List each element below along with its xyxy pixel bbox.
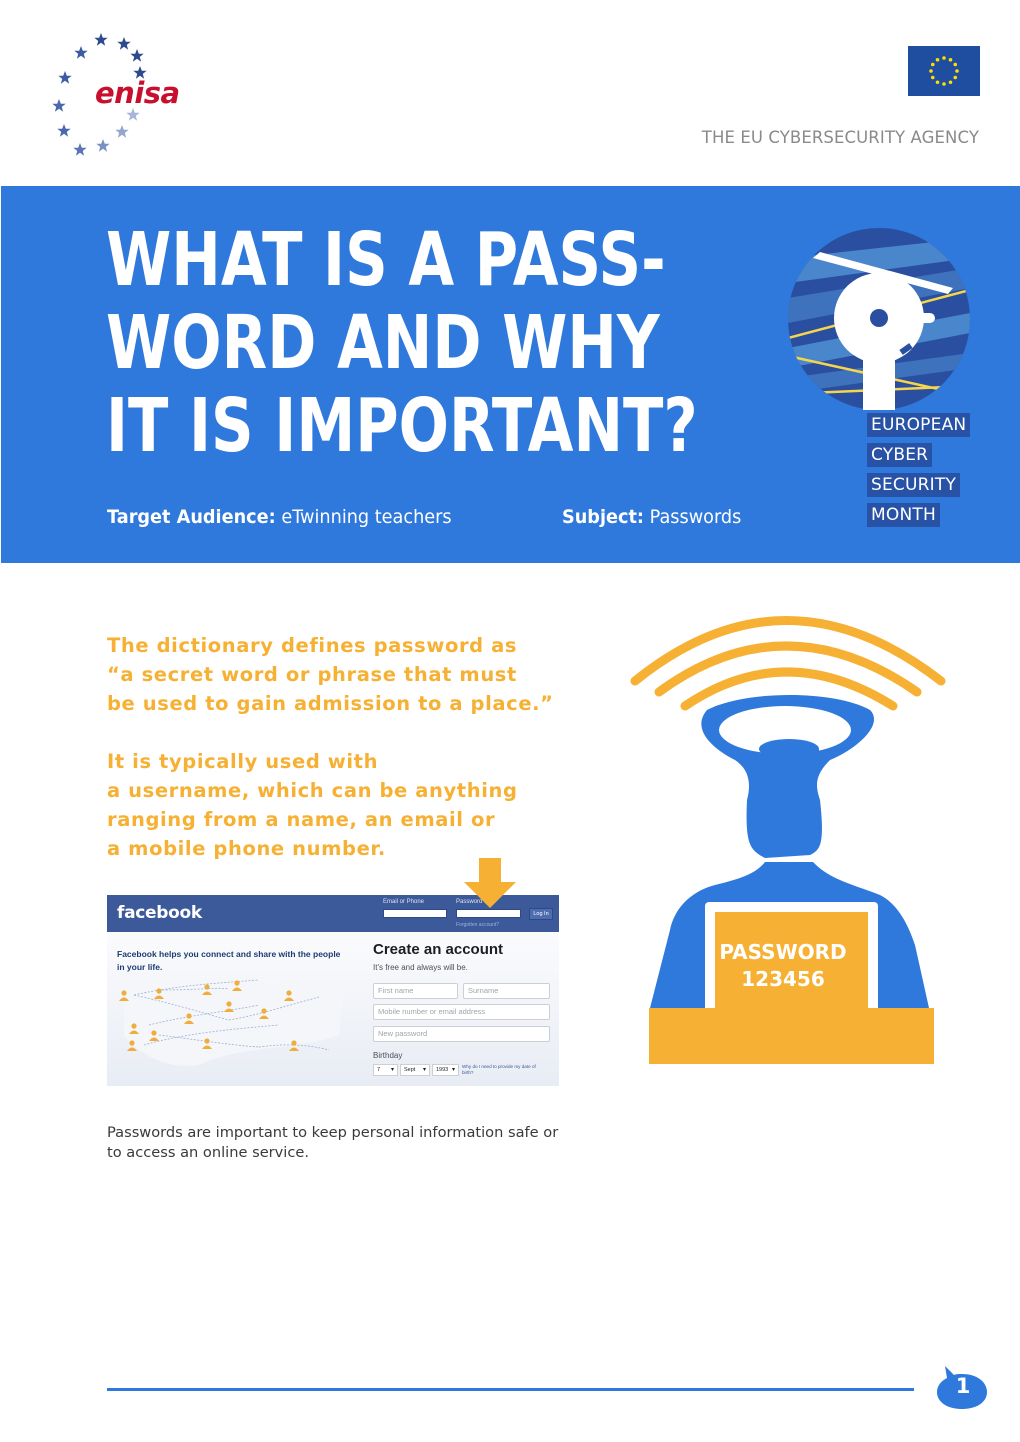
- audience-label: Target Audience:: [107, 506, 276, 528]
- footer-divider: [107, 1388, 914, 1391]
- person-marker: [131, 1023, 137, 1029]
- birthday-day-select: 7: [373, 1064, 398, 1076]
- subject-label: Subject:: [562, 506, 644, 528]
- flag-star: [929, 69, 933, 73]
- why-birthday-link: Why do I need to provide my date of birt…: [462, 1064, 536, 1075]
- campaign-tag: CYBER: [867, 443, 933, 467]
- email-label: Email or Phone: [383, 899, 425, 905]
- campaign-tag: MONTH: [867, 503, 940, 527]
- person-marker: [204, 984, 210, 990]
- agency-tagline: THE EU CYBERSECURITY AGENCY: [701, 128, 979, 147]
- lead-line: a username, which can be anything: [107, 779, 518, 802]
- username-text: It is typically used with a username, wh…: [107, 747, 518, 863]
- flag-star: [942, 82, 946, 86]
- campaign-tags: EUROPEAN CYBER SECURITY MONTH: [867, 413, 971, 533]
- surname-field: Surname: [463, 983, 550, 999]
- title-line: IT IS IMPORTANT?: [106, 383, 698, 469]
- first-name-field: First name: [373, 983, 458, 999]
- campaign-tag: EUROPEAN: [867, 413, 971, 437]
- lead-line: ranging from a name, an email or: [107, 808, 496, 831]
- password-board: PASSWORD 123456: [708, 939, 858, 993]
- definition-text: The dictionary defines password as “a se…: [107, 631, 554, 718]
- password-input: [456, 909, 521, 918]
- enisa-logo: enisa: [45, 28, 205, 163]
- page-title: WHAT IS A PASS- WORD AND WHY IT IS IMPOR…: [106, 217, 698, 469]
- person-marker: [291, 1040, 297, 1046]
- login-button: Log In: [529, 908, 553, 920]
- audience-value: eTwinning teachers: [281, 506, 452, 528]
- world-network-map: [119, 976, 344, 1066]
- create-account-title: Create an account: [373, 941, 504, 958]
- flag-star: [942, 56, 946, 60]
- birthday-year-select: 1993: [432, 1064, 459, 1076]
- facebook-tagline: Facebook helps you connect and share wit…: [117, 949, 341, 972]
- person-marker: [127, 1047, 137, 1051]
- person-marker: [289, 1047, 299, 1051]
- mobile-email-field: Mobile number or email address: [373, 1004, 550, 1020]
- title-line: WORD AND WHY: [106, 300, 660, 386]
- facebook-logo: facebook: [117, 903, 202, 923]
- person-marker: [151, 1030, 157, 1036]
- flag-star: [953, 75, 958, 80]
- flag-star: [953, 62, 958, 67]
- importance-text: Passwords are important to keep personal…: [107, 1124, 559, 1161]
- target-audience: Target Audience: eTwinning teachers: [107, 506, 452, 528]
- facebook-screenshot: facebook Email or Phone Password Log In …: [107, 895, 559, 1086]
- forgot-account-link: Forgotten account?: [456, 922, 500, 928]
- flag-star: [935, 80, 940, 85]
- campaign-tag: SECURITY: [867, 473, 961, 497]
- lead-line: It is typically used with: [107, 750, 379, 773]
- person-marker: [286, 990, 292, 996]
- flag-star: [935, 57, 940, 62]
- flag-star: [930, 62, 935, 67]
- flag-star: [955, 69, 959, 73]
- subject-value: Passwords: [649, 506, 742, 528]
- arrow-down-icon: [464, 858, 516, 908]
- flag-star: [948, 80, 953, 85]
- flag-star: [948, 57, 953, 62]
- person-marker: [186, 1013, 192, 1019]
- create-account-subtitle: It's free and always will be.: [373, 963, 468, 972]
- person-marker: [226, 1001, 232, 1007]
- title-line: WHAT IS A PASS-: [106, 217, 666, 303]
- person-marker: [204, 1038, 210, 1044]
- subject: Subject: Passwords: [562, 506, 741, 528]
- lead-line: a mobile phone number.: [107, 837, 386, 860]
- flag-star: [930, 75, 935, 80]
- person-marker: [261, 1008, 267, 1014]
- ecsm-logo-icon: [788, 228, 970, 410]
- birthday-month-select: Sept: [400, 1064, 430, 1076]
- lead-line: be used to gain admission to a place.”: [107, 692, 554, 715]
- person-marker: [234, 980, 240, 986]
- person-marker: [121, 990, 127, 996]
- logo-wordmark: enisa: [95, 76, 180, 110]
- birthday-label: Birthday: [373, 1051, 403, 1060]
- person-marker: [129, 1040, 135, 1046]
- password-value: 123456: [741, 967, 825, 991]
- person-with-signal-icon: [630, 616, 946, 1064]
- person-marker: [156, 988, 162, 994]
- email-input: [383, 909, 447, 918]
- page-number: 1: [955, 1374, 971, 1398]
- eu-flag-icon: [908, 46, 980, 96]
- lead-line: “a secret word or phrase that must: [107, 663, 517, 686]
- new-password-field: New password: [373, 1026, 550, 1042]
- lead-line: The dictionary defines password as: [107, 634, 518, 657]
- password-title: PASSWORD: [719, 940, 847, 964]
